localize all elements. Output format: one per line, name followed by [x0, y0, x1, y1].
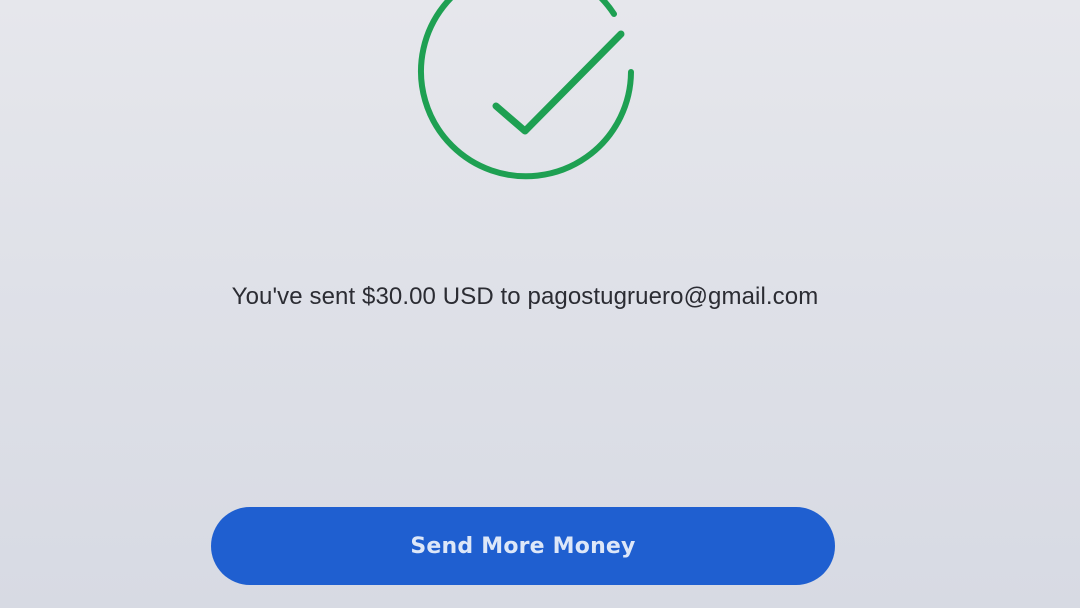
check-circle-icon [418, 0, 634, 180]
check-mark [492, 30, 625, 135]
confirmation-message: You've sent $30.00 USD to pagostugruero@… [231, 283, 819, 310]
check-circle-ring [418, 0, 634, 180]
payment-confirmation-screen: You've sent $30.00 USD to pagostugruero@… [0, 0, 1080, 608]
send-more-money-button[interactable]: Send More Money [211, 507, 835, 585]
